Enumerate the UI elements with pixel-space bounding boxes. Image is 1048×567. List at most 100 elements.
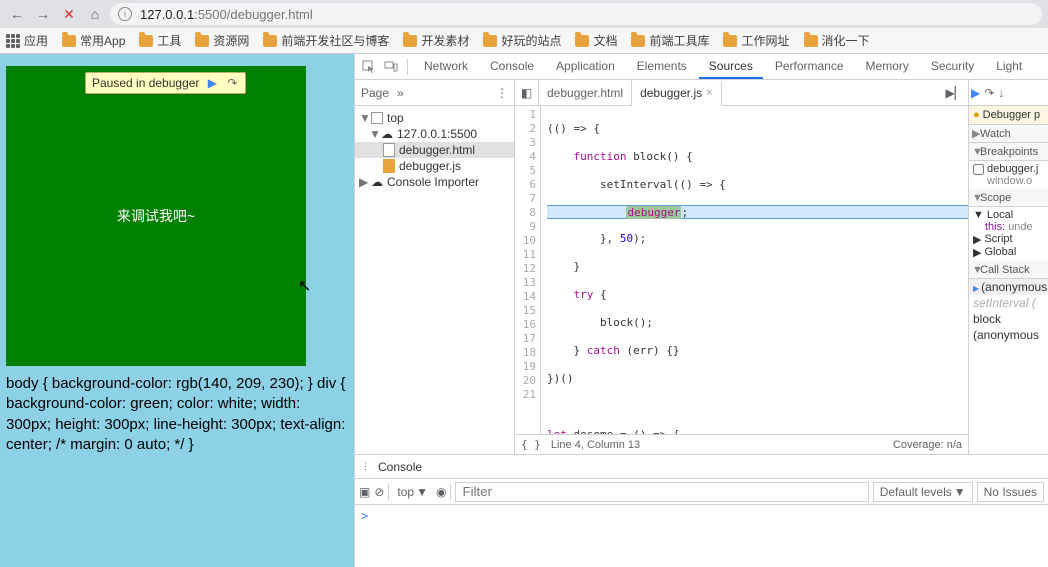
tree-importer[interactable]: ▶☁Console Importer <box>355 174 514 190</box>
resume-icon[interactable]: ▶ <box>205 76 219 90</box>
breakpoint-checkbox[interactable] <box>973 164 984 175</box>
step-into-button[interactable]: ↓ <box>998 86 1004 100</box>
console-sidebar-icon[interactable]: ▣ <box>359 485 370 499</box>
cursor-position: Line 4, Column 13 <box>551 439 640 451</box>
devtools-panel: Network Console Application Elements Sou… <box>354 54 1048 567</box>
folder-icon <box>139 35 153 47</box>
scope-local[interactable]: ▼Local <box>973 209 1044 221</box>
section-scope[interactable]: ▼Scope <box>969 189 1048 207</box>
tree-origin[interactable]: ▼☁127.0.0.1:5500 <box>355 126 514 142</box>
bookmark-folder[interactable]: 消化一下 <box>804 32 870 49</box>
forward-button[interactable]: → <box>32 3 54 25</box>
bookmark-folder[interactable]: 文档 <box>575 32 617 49</box>
collapse-icon[interactable]: ⋮ <box>361 461 370 472</box>
watch-icon[interactable]: ◧ <box>515 80 539 105</box>
apps-shortcut[interactable]: 应用 <box>6 32 48 49</box>
bookmark-folder[interactable]: 前端开发社区与博客 <box>263 32 389 49</box>
tree-file[interactable]: debugger.js <box>355 158 514 174</box>
folder-icon <box>263 35 277 47</box>
console-output[interactable]: > <box>355 505 1048 567</box>
demo-box: 来调试我吧~ <box>6 66 306 366</box>
file-tree: ▼top ▼☁127.0.0.1:5500 debugger.html debu… <box>355 106 514 194</box>
scope-global[interactable]: ▶Global <box>973 246 1044 259</box>
section-watch[interactable]: ▶Watch <box>969 125 1048 143</box>
close-icon[interactable]: × <box>706 87 712 99</box>
callstack-frame[interactable]: (anonymous <box>969 279 1048 295</box>
callstack-frame[interactable]: block <box>969 311 1048 327</box>
bookmark-folder[interactable]: 工作网址 <box>723 32 789 49</box>
bookmark-folder[interactable]: 开发素材 <box>403 32 469 49</box>
bookmark-folder[interactable]: 工具 <box>139 32 181 49</box>
inspect-icon[interactable] <box>359 60 379 74</box>
tab-application[interactable]: Application <box>546 54 625 79</box>
log-levels-selector[interactable]: Default levels▼ <box>873 482 973 502</box>
live-expression-icon[interactable]: ◉ <box>436 485 446 499</box>
console-drawer-tab[interactable]: ⋮ Console <box>355 455 1048 479</box>
code-content[interactable]: (() => { function block() { setInterval(… <box>541 106 968 434</box>
url-text: 127.0.0.1:5500/debugger.html <box>140 7 313 22</box>
debugger-controls: ▶ ↷ ↓ <box>969 80 1048 106</box>
file-icon <box>383 143 395 157</box>
line-gutter[interactable]: 123456789101112131415161718192021 <box>515 106 541 434</box>
context-selector[interactable]: top▼ <box>393 485 432 499</box>
tab-console[interactable]: Console <box>480 54 544 79</box>
frame-icon <box>371 112 383 124</box>
step-over-icon[interactable]: ↷ <box>225 76 239 90</box>
tab-lighthouse[interactable]: Light <box>986 54 1032 79</box>
device-icon[interactable] <box>381 60 401 74</box>
bookmarks-bar: 应用 常用App 工具 资源网 前端开发社区与博客 开发素材 好玩的站点 文档 … <box>0 28 1048 54</box>
callstack-frame[interactable]: setInterval ( <box>969 295 1048 311</box>
tab-security[interactable]: Security <box>921 54 984 79</box>
tree-file[interactable]: debugger.html <box>355 142 514 158</box>
tab-performance[interactable]: Performance <box>765 54 854 79</box>
file-tab[interactable]: debugger.html <box>539 80 632 105</box>
navigator-header: Page » ⋮ <box>355 80 514 106</box>
stop-button[interactable]: ✕ <box>58 3 80 25</box>
bookmark-folder[interactable]: 常用App <box>62 32 125 49</box>
browser-toolbar: ← → ✕ ⌂ i 127.0.0.1:5500/debugger.html <box>0 0 1048 28</box>
paused-label: Paused in debugger <box>92 76 199 90</box>
home-button[interactable]: ⌂ <box>84 3 106 25</box>
step-over-button[interactable]: ↷ <box>984 86 994 100</box>
bookmark-folder[interactable]: 好玩的站点 <box>483 32 561 49</box>
scope-this: this:unde <box>973 221 1044 233</box>
callstack-frame[interactable]: (anonymous <box>969 327 1048 343</box>
tree-top[interactable]: ▼top <box>355 110 514 126</box>
section-breakpoints[interactable]: ▼Breakpoints <box>969 143 1048 161</box>
source-status-bar: { } Line 4, Column 13 Coverage: n/a <box>515 434 968 454</box>
resume-button[interactable]: ▶ <box>971 86 980 100</box>
scope-script[interactable]: ▶Script <box>973 233 1044 246</box>
clear-console-icon[interactable]: ⊘ <box>374 485 384 499</box>
debugger-sidebar: ▶ ↷ ↓ ●Debugger p ▶Watch ▼Breakpoints de… <box>968 80 1048 454</box>
paused-overlay: Paused in debugger ▶ ↷ <box>85 72 246 94</box>
tab-memory[interactable]: Memory <box>856 54 919 79</box>
folder-icon <box>195 35 209 47</box>
issues-button[interactable]: No Issues <box>977 482 1044 502</box>
run-snippet-icon[interactable]: ▶▏ <box>946 86 964 100</box>
back-button[interactable]: ← <box>6 3 28 25</box>
more-tabs-icon[interactable]: » <box>397 86 404 100</box>
section-callstack[interactable]: ▼Call Stack <box>969 261 1048 279</box>
navigator-title[interactable]: Page <box>361 86 389 100</box>
coverage-status: Coverage: n/a <box>893 439 962 451</box>
folder-icon <box>62 35 76 47</box>
tab-network[interactable]: Network <box>414 54 478 79</box>
site-info-icon[interactable]: i <box>118 7 132 21</box>
file-tab[interactable]: debugger.js× <box>632 81 722 106</box>
folder-icon <box>723 35 737 47</box>
pretty-print-icon[interactable]: { } <box>521 438 541 451</box>
more-menu-icon[interactable]: ⋮ <box>496 86 508 100</box>
tab-sources[interactable]: Sources <box>699 54 763 79</box>
bookmark-folder[interactable]: 前端工具库 <box>631 32 709 49</box>
page-viewport: 来调试我吧~ Paused in debugger ▶ ↷ body { bac… <box>0 54 354 567</box>
code-area[interactable]: 123456789101112131415161718192021 (() =>… <box>515 106 968 434</box>
folder-icon <box>403 35 417 47</box>
console-filter-input[interactable] <box>455 482 868 502</box>
folder-icon <box>804 35 818 47</box>
console-drawer: ⋮ Console ▣ ⊘ top▼ ◉ Default levels▼ No … <box>355 454 1048 567</box>
tab-elements[interactable]: Elements <box>627 54 697 79</box>
debugger-paused-msg: ●Debugger p <box>969 106 1048 125</box>
bookmark-folder[interactable]: 资源网 <box>195 32 249 49</box>
address-bar[interactable]: i 127.0.0.1:5500/debugger.html <box>110 3 1042 25</box>
breakpoint-item[interactable]: debugger.j window.o <box>973 163 1044 187</box>
